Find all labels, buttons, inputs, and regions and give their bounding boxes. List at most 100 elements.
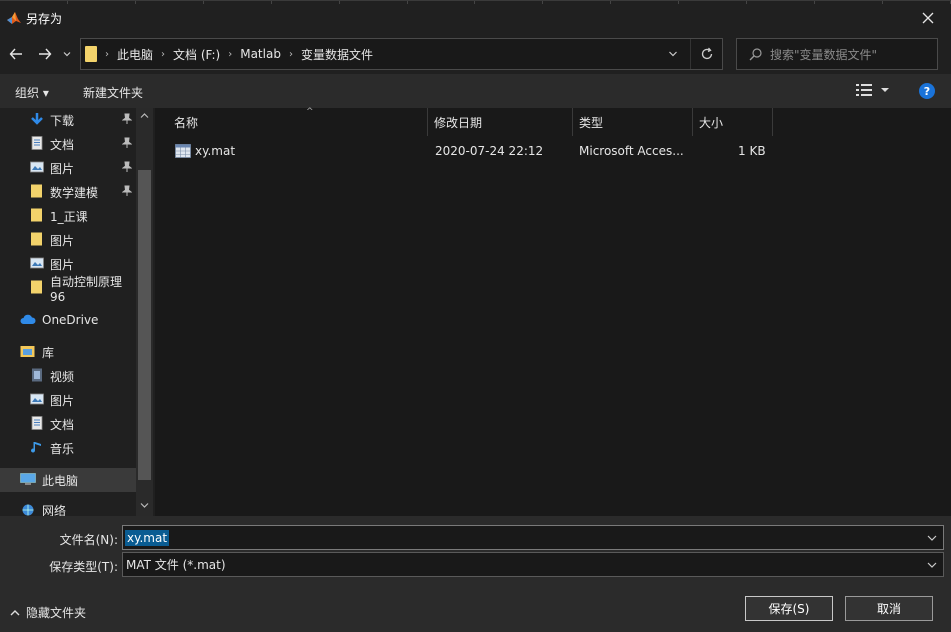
breadcrumb-drive-f[interactable]: 文档 (F:) (173, 46, 220, 63)
sidebar-item-library-pictures[interactable]: 图片 (0, 388, 136, 412)
sidebar-item-label: 自动控制原理96 (50, 274, 123, 304)
sidebar-item-label: 音乐 (50, 441, 75, 456)
sidebar-item-network[interactable]: 网络 (0, 498, 136, 516)
sidebar-item-pictures-folder[interactable]: 图片 (0, 228, 136, 252)
sidebar-item-videos[interactable]: 视频 (0, 364, 136, 388)
sidebar-item-label: 文档 (50, 137, 75, 152)
column-header-type[interactable]: 类型 (573, 108, 693, 136)
scrollbar-thumb[interactable] (138, 170, 151, 480)
sidebar-item-this-pc[interactable]: 此电脑 (0, 468, 136, 492)
folder-icon (31, 184, 42, 198)
column-header-label: 修改日期 (434, 116, 483, 130)
sidebar-item-library-documents[interactable]: 文档 (0, 412, 136, 436)
breadcrumb-matlab[interactable]: Matlab (240, 47, 281, 61)
sidebar-item-onedrive[interactable]: OneDrive (0, 308, 136, 332)
chevron-down-icon[interactable] (927, 534, 937, 542)
filetype-select[interactable]: MAT 文件 (*.mat) (122, 552, 944, 577)
chevron-right-icon: › (228, 48, 233, 60)
file-type: Microsoft Acces... (579, 144, 684, 158)
change-view-button[interactable] (856, 84, 890, 96)
sidebar-item-label: 库 (42, 345, 55, 360)
mat-file-icon (175, 144, 191, 158)
sidebar-item-label: 文档 (50, 417, 75, 432)
filename-label: 文件名(N): (59, 533, 118, 547)
help-button[interactable]: ? (919, 83, 935, 99)
sidebar-item-pictures[interactable]: 图片 (0, 156, 136, 180)
sidebar-item-downloads[interactable]: 下载 (0, 108, 136, 132)
sidebar-item-label: OneDrive (42, 313, 99, 327)
search-box[interactable]: 搜索"变量数据文件" (736, 38, 938, 70)
recent-locations-button[interactable] (60, 44, 74, 64)
file-size: 1 KB (738, 144, 766, 158)
address-dropdown-button[interactable] (668, 48, 678, 62)
chevron-down-icon (881, 88, 889, 92)
chevron-right-icon: › (161, 48, 166, 60)
video-icon (32, 368, 42, 382)
picture-icon (30, 257, 44, 269)
pin-icon (122, 113, 132, 124)
breadcrumb-this-pc[interactable]: 此电脑 (117, 46, 153, 63)
file-list[interactable]: 名称 ^ 修改日期 类型 大小 xy.mat 2020-07-24 22:12 … (155, 107, 951, 516)
sidebar-item-documents[interactable]: 文档 (0, 132, 136, 156)
close-icon (922, 12, 934, 24)
column-header-date[interactable]: 修改日期 (428, 108, 573, 136)
matlab-icon (7, 12, 21, 24)
chevron-down-icon[interactable] (140, 502, 149, 509)
network-icon (22, 504, 34, 516)
sidebar-scrollbar[interactable] (136, 108, 153, 516)
chevron-right-icon: › (105, 48, 109, 60)
sidebar-item-music[interactable]: 音乐 (0, 436, 136, 460)
hide-folders-label: 隐藏文件夹 (26, 606, 87, 620)
organize-menu[interactable]: 组织 ▾ (15, 84, 49, 101)
picture-icon (30, 393, 44, 405)
pin-icon (122, 185, 132, 196)
filename-value: xy.mat (125, 529, 170, 546)
chevron-up-icon (10, 609, 20, 615)
navigation-pane[interactable]: 下载 文档 图片 数学建模 1_正课 图片 图片 自动控制原理96 OneDri… (0, 108, 153, 516)
download-icon (31, 113, 43, 125)
column-header-name[interactable]: 名称 ^ (168, 107, 428, 136)
navigation-bar: › 此电脑 › 文档 (F:) › Matlab › 变量数据文件 搜索"变量数… (0, 34, 951, 74)
cancel-button[interactable]: 取消 (845, 596, 933, 621)
breadcrumb-current-folder[interactable]: 变量数据文件 (301, 46, 373, 63)
library-icon (20, 346, 35, 357)
window-title: 另存为 (26, 12, 63, 26)
sidebar-item-automatic-control[interactable]: 自动控制原理96 (0, 275, 136, 304)
pin-icon (122, 161, 132, 172)
save-form: 文件名(N): xy.mat 保存类型(T): MAT 文件 (*.mat) 隐… (0, 516, 951, 632)
sidebar-item-label: 此电脑 (42, 473, 79, 488)
sidebar-item-label: 图片 (50, 233, 75, 248)
top-edge-marks (0, 1, 951, 4)
back-button[interactable] (6, 44, 26, 64)
sidebar-item-label: 视频 (50, 369, 75, 384)
chevron-right-icon: › (288, 48, 293, 60)
sidebar-item-libraries[interactable]: 库 (0, 340, 136, 364)
filetype-label: 保存类型(T): (49, 560, 118, 574)
forward-button[interactable] (35, 44, 55, 64)
column-header-size[interactable]: 大小 (693, 108, 773, 136)
sidebar-item-label: 图片 (50, 393, 75, 408)
new-folder-button[interactable]: 新建文件夹 (83, 84, 143, 101)
sidebar-item-label: 数学建模 (50, 185, 99, 200)
filename-input[interactable]: xy.mat (122, 525, 944, 550)
chevron-down-icon (669, 51, 677, 57)
save-button[interactable]: 保存(S) (745, 596, 833, 621)
document-icon (31, 136, 43, 150)
refresh-button[interactable] (690, 39, 722, 69)
sidebar-item-label: 网络 (42, 503, 67, 517)
sidebar-item-course[interactable]: 1_正课 (0, 204, 136, 228)
hide-folders-toggle[interactable]: 隐藏文件夹 (10, 604, 86, 621)
file-name: xy.mat (195, 144, 236, 158)
sidebar-item-label: 图片 (50, 257, 75, 272)
chevron-down-icon (63, 52, 71, 57)
address-bar[interactable]: › 此电脑 › 文档 (F:) › Matlab › 变量数据文件 (80, 38, 723, 70)
sidebar-item-label: 1_正课 (50, 209, 88, 224)
chevron-up-icon[interactable] (140, 112, 149, 119)
close-button[interactable] (905, 1, 951, 35)
filetype-value: MAT 文件 (*.mat) (126, 558, 226, 572)
table-row[interactable]: xy.mat 2020-07-24 22:12 Microsoft Acces.… (168, 142, 788, 162)
pin-icon (122, 137, 132, 148)
sidebar-item-math-modeling[interactable]: 数学建模 (0, 180, 136, 204)
details-view-icon (856, 84, 872, 96)
command-bar: 组织 ▾ 新建文件夹 ? (0, 74, 951, 108)
